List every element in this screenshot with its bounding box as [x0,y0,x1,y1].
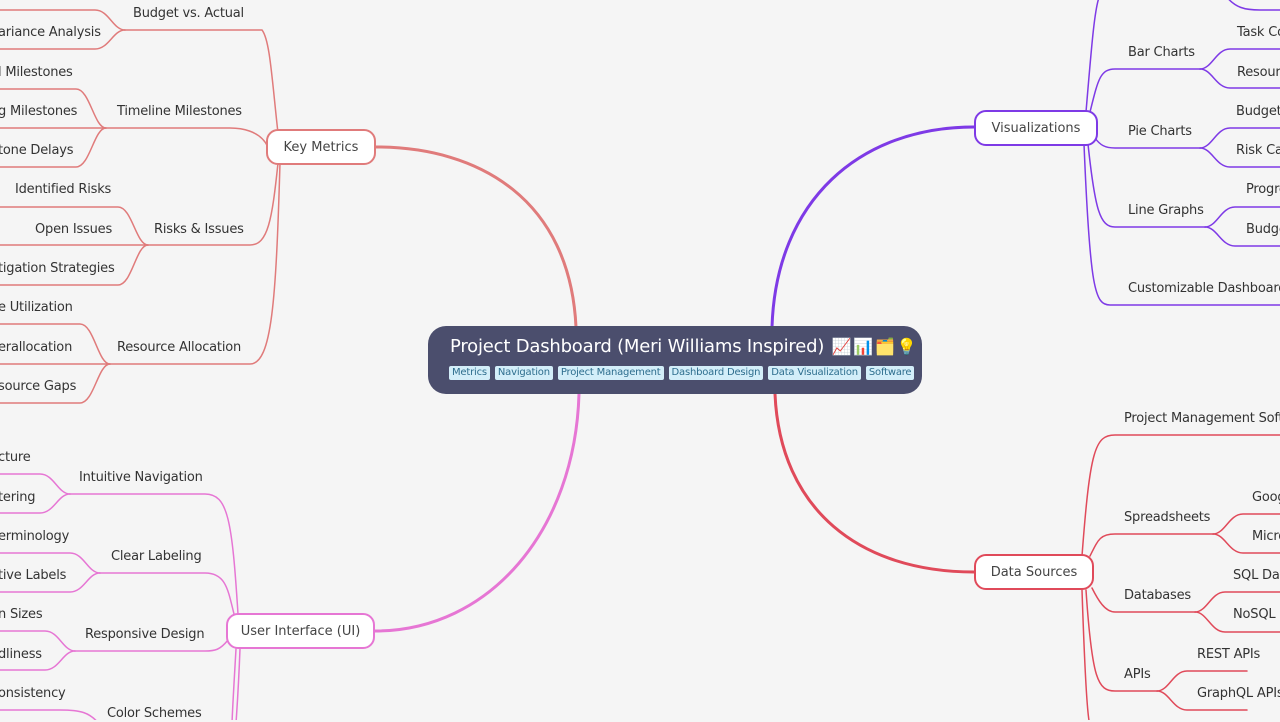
tag-software[interactable]: Software [865,366,915,380]
leaf-resource-usage[interactable]: Resourc [1237,65,1280,81]
card-index-dividers-icon: 🗂️ [875,337,895,356]
tag-project-management[interactable]: Project Management [557,366,664,380]
edge-ui-color [231,648,237,720]
leaf-progress-over-time[interactable]: Progre [1246,182,1280,198]
edge-km-resource [109,162,281,365]
leaf-resource-gaps[interactable]: source Gaps [0,379,76,395]
leaf-variance-analysis[interactable]: ariance Analysis [0,25,101,41]
node-budget-vs-actual[interactable]: Budget vs. Actual [133,6,244,22]
node-responsive-design[interactable]: Responsive Design [85,627,205,643]
leaf-identified-risks[interactable]: Identified Risks [15,182,111,198]
edge-vz-top [1085,0,1100,113]
root-title-text: Project Dashboard (Meri Williams Inspire… [450,336,825,357]
node-customizable-dashboards[interactable]: Customizable Dashboards [1128,281,1280,297]
light-bulb-icon: 💡 [896,337,917,356]
leaf-open-issues[interactable]: Open Issues [35,222,112,238]
leaf-overallocation[interactable]: erallocation [0,340,72,356]
tag-navigation[interactable]: Navigation [494,366,553,380]
edge-vz-top-child [1228,0,1280,11]
mindmap-canvas[interactable]: Project Dashboard (Meri Williams Inspire… [0,0,1280,721]
leaf-rest-apis[interactable]: REST APIs [1197,647,1260,663]
node-resource-allocation[interactable]: Resource Allocation [117,340,241,356]
leaf-filtering[interactable]: tering [0,490,36,506]
node-databases[interactable]: Databases [1124,588,1191,604]
node-line-graphs[interactable]: Line Graphs [1128,203,1204,219]
edge-ds-more [1081,589,1090,720]
leaf-mitigation-strategies[interactable]: tigation Strategies [0,261,115,277]
leaf-milestone-delays[interactable]: tone Delays [0,143,73,159]
tag-dashboard-design[interactable]: Dashboard Design [668,366,764,380]
leaf-planned-milestones[interactable]: l Milestones [0,65,73,81]
leaf-task-completion[interactable]: Task Co [1237,25,1280,41]
edge-color-children [0,709,97,720]
leaf-graphql-apis[interactable]: GraphQL APIs [1197,686,1280,702]
edge-ui-more [235,648,241,720]
edge-root-key-metrics [374,145,578,329]
leaf-microsoft-excel[interactable]: Micro [1252,529,1280,545]
chart-increasing-icon: 📈 [831,337,852,356]
leaf-budget-distribution[interactable]: Budget [1236,104,1280,120]
node-bar-charts[interactable]: Bar Charts [1128,45,1195,61]
node-timeline-milestones[interactable]: Timeline Milestones [117,104,242,120]
leaf-menu-structure[interactable]: cture [0,450,31,466]
node-spreadsheets[interactable]: Spreadsheets [1124,510,1210,526]
leaf-mobile-friendliness[interactable]: dliness [0,647,42,663]
node-risks-issues[interactable]: Risks & Issues [154,222,244,238]
edge-vz-bar [1089,68,1201,113]
leaf-terminology[interactable]: erminology [0,529,69,545]
leaf-upcoming-milestones[interactable]: g Milestones [0,104,77,120]
leaf-descriptive-labels[interactable]: tive Labels [0,568,66,584]
edge-root-user-interface [373,392,581,633]
edge-root-visualizations [770,125,976,329]
edge-km-timeline [105,127,269,148]
edge-ui-labeling [99,572,235,615]
node-apis[interactable]: APIs [1124,667,1151,683]
leaf-resource-utilization[interactable]: e Utilization [0,300,73,316]
branch-node-user-interface[interactable]: User Interface (UI) [226,613,375,649]
node-project-management-software[interactable]: Project Management Softw [1124,411,1280,427]
root-node[interactable]: Project Dashboard (Meri Williams Inspire… [428,326,922,394]
bar-chart-icon: 📊 [853,337,874,356]
leaf-google-sheets[interactable]: Goog [1252,490,1280,506]
tag-metrics[interactable]: Metrics [449,366,490,380]
node-pie-charts[interactable]: Pie Charts [1128,124,1192,140]
leaf-screen-sizes[interactable]: n Sizes [0,607,43,623]
leaf-consistency[interactable]: onsistency [0,686,66,702]
root-tags: Metrics Navigation Project Management Da… [449,366,922,380]
edge-ds-pm [1081,434,1280,557]
tag-data-visualization[interactable]: Data Visualization [768,366,861,380]
leaf-sql-databases[interactable]: SQL Dat [1233,568,1280,584]
edge-ds-spreadsheets [1089,533,1214,557]
branch-node-data-sources[interactable]: Data Sources [974,554,1094,590]
edge-root-data-sources [773,392,976,574]
leaf-budget-trends[interactable]: Budge [1246,222,1280,238]
branch-node-key-metrics[interactable]: Key Metrics [266,129,376,165]
node-clear-labeling[interactable]: Clear Labeling [111,549,202,565]
branch-node-visualizations[interactable]: Visualizations [974,110,1098,146]
leaf-risk-categories[interactable]: Risk Cat [1236,143,1280,159]
node-intuitive-navigation[interactable]: Intuitive Navigation [79,470,203,486]
leaf-nosql-databases[interactable]: NoSQL D [1233,607,1280,623]
root-title: Project Dashboard (Meri Williams Inspire… [450,335,922,359]
